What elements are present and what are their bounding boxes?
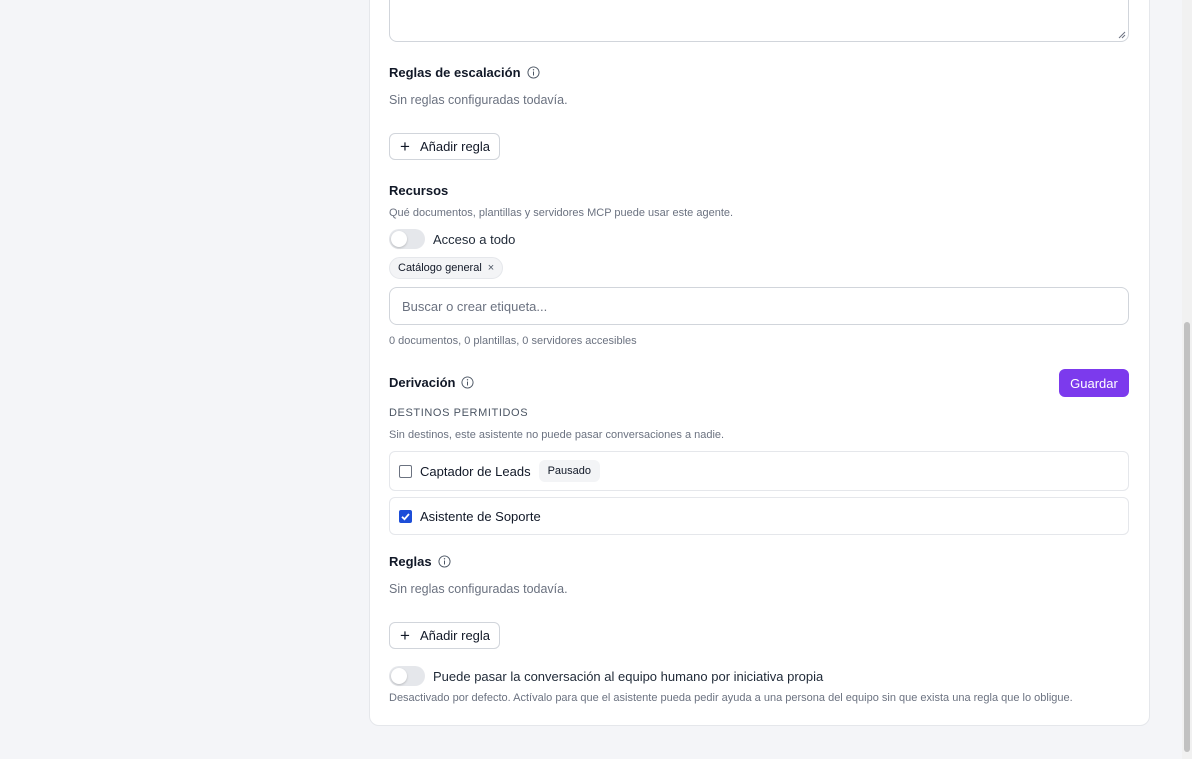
resources-description: Qué documentos, plantillas y servidores … xyxy=(389,207,734,219)
destination-row[interactable]: Captador de Leads Pausado xyxy=(389,451,1129,491)
allowed-destinations-heading: DESTINOS PERMITIDOS xyxy=(389,407,529,419)
resize-handle-icon[interactable] xyxy=(1118,31,1126,39)
resources-title: Recursos xyxy=(389,183,449,198)
settings-card xyxy=(369,0,1150,726)
plus-icon: + xyxy=(400,626,410,645)
escalation-rules-heading: Reglas de escalación xyxy=(389,65,540,80)
derivation-rules-empty-text: Sin reglas configuradas todavía. xyxy=(389,582,568,596)
destinations-note: Sin destinos, este asistente no puede pa… xyxy=(389,429,725,441)
add-escalation-rule-button[interactable]: + Añadir regla xyxy=(389,133,501,160)
access-all-toggle[interactable] xyxy=(389,229,425,249)
save-button[interactable]: Guardar xyxy=(1059,369,1129,397)
destination-checkbox-checked[interactable] xyxy=(399,509,412,523)
remove-tag-icon[interactable]: × xyxy=(488,262,494,274)
toggle-knob xyxy=(391,231,407,247)
toggle-knob xyxy=(391,668,407,684)
plus-icon: + xyxy=(400,137,410,156)
escalation-empty-text: Sin reglas configuradas todavía. xyxy=(389,93,568,107)
derivation-rules-title: Reglas xyxy=(389,554,432,569)
resources-heading: Recursos xyxy=(389,183,448,198)
destination-label: Captador de Leads xyxy=(420,463,531,479)
human-handoff-label: Puede pasar la conversación al equipo hu… xyxy=(433,669,824,684)
destination-row[interactable]: Asistente de Soporte xyxy=(389,497,1129,535)
human-handoff-note: Desactivado por defecto. Actívalo para q… xyxy=(389,692,1073,704)
human-handoff-toggle[interactable] xyxy=(389,666,425,686)
instructions-textarea[interactable] xyxy=(389,0,1129,42)
tag-chip: Catálogo general × xyxy=(389,257,504,279)
tag-search-input[interactable] xyxy=(389,287,1129,325)
resources-summary: 0 documentos, 0 plantillas, 0 servidores… xyxy=(389,335,637,347)
tag-chip-label: Catálogo general xyxy=(398,262,482,274)
add-escalation-rule-label: Añadir regla xyxy=(419,139,491,154)
info-icon[interactable] xyxy=(438,555,451,568)
checkmark-icon xyxy=(401,512,410,521)
access-all-label: Acceso a todo xyxy=(433,232,516,247)
info-icon[interactable] xyxy=(461,376,475,389)
derivation-title: Derivación xyxy=(389,375,456,390)
scrollbar-thumb[interactable] xyxy=(1184,322,1190,752)
add-derivation-rule-label: Añadir regla xyxy=(419,628,491,643)
destination-label: Asistente de Soporte xyxy=(420,508,541,524)
escalation-rules-title: Reglas de escalación xyxy=(389,65,521,80)
derivation-rules-heading: Reglas xyxy=(389,554,451,569)
add-derivation-rule-button[interactable]: + Añadir regla xyxy=(389,622,501,649)
paused-badge: Pausado xyxy=(538,460,601,482)
info-icon[interactable] xyxy=(526,66,540,79)
destination-checkbox[interactable] xyxy=(399,464,412,478)
derivation-heading: Derivación xyxy=(389,375,475,390)
